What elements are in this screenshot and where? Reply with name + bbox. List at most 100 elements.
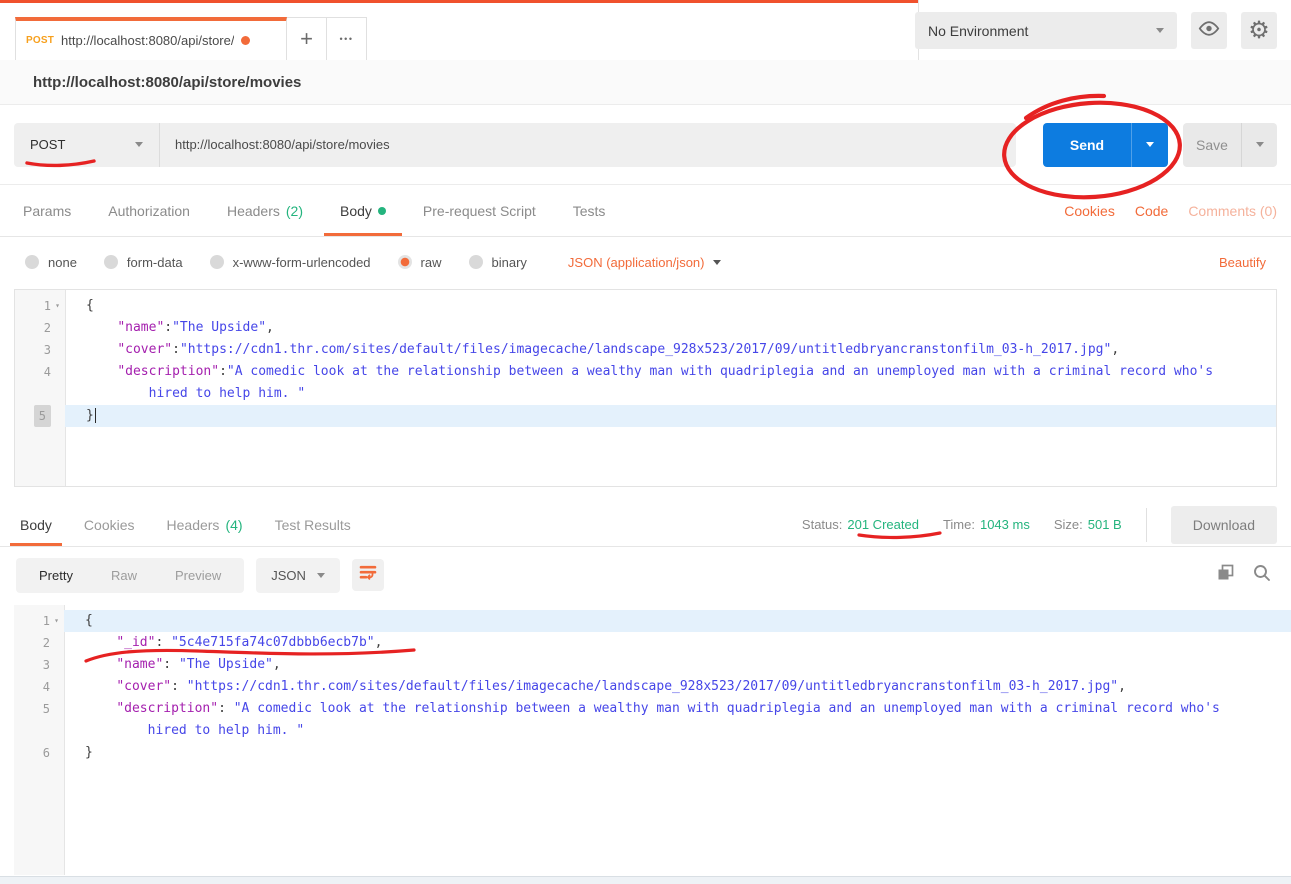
- beautify-link[interactable]: Beautify: [1219, 255, 1266, 270]
- editor-line[interactable]: 5 "description": "A comedic look at the …: [14, 698, 1291, 720]
- body-type-none[interactable]: none: [25, 255, 77, 270]
- body-type-row: none form-data x-www-form-urlencoded raw…: [0, 237, 1291, 287]
- response-time: Time: 1043 ms: [943, 517, 1030, 532]
- editor-line[interactable]: 6}: [14, 742, 1291, 764]
- response-toolbar: Pretty Raw Preview JSON: [0, 547, 1291, 603]
- environment-selector[interactable]: No Environment: [915, 12, 1177, 49]
- response-status: Status: 201 Created: [802, 517, 919, 532]
- body-type-form-data[interactable]: form-data: [104, 255, 183, 270]
- editor-line[interactable]: 3 "cover":"https://cdn1.thr.com/sites/de…: [15, 339, 1276, 361]
- line-number-gutter: [15, 383, 65, 405]
- body-type-binary[interactable]: binary: [469, 255, 527, 270]
- line-number-gutter: 2: [15, 317, 65, 339]
- body-type-x-www-form-urlencoded[interactable]: x-www-form-urlencoded: [210, 255, 371, 270]
- radio-icon[interactable]: [210, 255, 224, 269]
- editor-line[interactable]: 2 "_id": "5c4e715fa74c07dbbb6ecb7b",: [14, 632, 1291, 654]
- text-cursor: [95, 408, 96, 423]
- send-options-button[interactable]: [1131, 123, 1168, 167]
- save-button[interactable]: Save: [1183, 123, 1241, 167]
- new-tab-button[interactable]: +: [287, 17, 327, 60]
- response-headers-count-badge: (4): [225, 517, 242, 533]
- editor-line[interactable]: 4 "cover": "https://cdn1.thr.com/sites/d…: [14, 676, 1291, 698]
- view-mode-preview[interactable]: Preview: [156, 568, 240, 583]
- tab-tests[interactable]: Tests: [573, 185, 606, 236]
- download-button[interactable]: Download: [1171, 506, 1277, 544]
- editor-line[interactable]: hired to help him. ": [14, 720, 1291, 742]
- environment-selected-label: No Environment: [928, 23, 1028, 39]
- environment-quick-look-button[interactable]: [1191, 12, 1227, 49]
- tab-params[interactable]: Params: [23, 185, 71, 236]
- line-number-gutter: 5: [14, 698, 64, 720]
- tab-method-badge: POST: [26, 35, 54, 46]
- url-builder-row: POST Send Save: [0, 105, 1291, 185]
- response-tab-body[interactable]: Body: [20, 503, 52, 546]
- editor-line[interactable]: 2 "name":"The Upside",: [15, 317, 1276, 339]
- response-body-viewer[interactable]: 1▾{2 "_id": "5c4e715fa74c07dbbb6ecb7b",3…: [14, 605, 1291, 875]
- radio-icon[interactable]: [25, 255, 39, 269]
- send-button[interactable]: Send: [1043, 123, 1131, 167]
- editor-line[interactable]: 3 "name": "The Upside",: [14, 654, 1291, 676]
- line-number-gutter: 3: [15, 339, 65, 361]
- comments-link[interactable]: Comments (0): [1188, 203, 1277, 219]
- line-number-gutter: 4: [15, 361, 65, 383]
- line-number-gutter: 5: [15, 405, 65, 427]
- editor-line[interactable]: 5}: [15, 405, 1276, 427]
- unsaved-changes-dot: [241, 36, 250, 45]
- chevron-down-icon: [1156, 28, 1164, 33]
- cookies-link[interactable]: Cookies: [1064, 203, 1115, 219]
- view-mode-raw[interactable]: Raw: [92, 568, 156, 583]
- status-value: 201 Created: [847, 517, 919, 532]
- editor-line[interactable]: 1▾{: [14, 610, 1291, 632]
- settings-button[interactable]: ⚙: [1241, 12, 1277, 49]
- request-tab-strip: POST http://localhost:8080/api/store/ + …: [15, 17, 367, 60]
- tab-body[interactable]: Body: [340, 185, 386, 236]
- time-value: 1043 ms: [980, 517, 1030, 532]
- editor-line[interactable]: 1▾{: [15, 295, 1276, 317]
- request-tab[interactable]: POST http://localhost:8080/api/store/: [15, 17, 287, 60]
- save-options-button[interactable]: [1241, 123, 1277, 167]
- chevron-down-icon: [135, 142, 143, 147]
- app-top-bar: POST http://localhost:8080/api/store/ + …: [0, 0, 1291, 60]
- wrap-lines-button[interactable]: [352, 559, 384, 591]
- response-view-mode-group: Pretty Raw Preview: [16, 558, 244, 593]
- chevron-down-icon: [713, 260, 721, 265]
- radio-selected-icon[interactable]: [398, 255, 412, 269]
- line-number-gutter: 2: [14, 632, 64, 654]
- response-size: Size: 501 B: [1054, 517, 1122, 532]
- line-number-gutter: 4: [14, 676, 64, 698]
- tab-headers[interactable]: Headers (2): [227, 185, 303, 236]
- line-number-gutter: 3: [14, 654, 64, 676]
- search-icon: [1253, 569, 1271, 586]
- bottom-scrollbar-track[interactable]: [0, 876, 1291, 884]
- response-tab-cookies[interactable]: Cookies: [84, 503, 135, 546]
- tab-pre-request-script[interactable]: Pre-request Script: [423, 185, 536, 236]
- more-tabs-button[interactable]: •••: [327, 17, 367, 60]
- copy-icon: [1217, 568, 1234, 585]
- view-mode-pretty[interactable]: Pretty: [20, 568, 92, 583]
- http-method-label: POST: [30, 137, 65, 152]
- line-number-gutter: 1▾: [15, 295, 65, 317]
- response-tab-test-results[interactable]: Test Results: [275, 503, 351, 546]
- gear-icon: ⚙: [1248, 19, 1270, 43]
- content-type-selector[interactable]: JSON (application/json): [568, 255, 722, 270]
- radio-icon[interactable]: [469, 255, 483, 269]
- tab-authorization[interactable]: Authorization: [108, 185, 190, 236]
- editor-line[interactable]: hired to help him. ": [15, 383, 1276, 405]
- fold-toggle-icon[interactable]: ▾: [52, 610, 61, 632]
- request-url-input[interactable]: [160, 123, 1016, 167]
- copy-response-button[interactable]: [1217, 564, 1234, 586]
- code-link[interactable]: Code: [1135, 203, 1168, 219]
- body-filled-dot: [378, 207, 386, 215]
- editor-line[interactable]: 4 "description":"A comedic look at the r…: [15, 361, 1276, 383]
- response-tab-headers[interactable]: Headers (4): [167, 503, 243, 546]
- request-body-editor[interactable]: 1▾{2 "name":"The Upside",3 "cover":"http…: [14, 289, 1277, 487]
- fold-toggle-icon[interactable]: ▾: [53, 295, 62, 317]
- radio-icon[interactable]: [104, 255, 118, 269]
- response-format-selector[interactable]: JSON: [256, 558, 340, 593]
- wrap-lines-icon: [359, 564, 377, 586]
- request-title-row: http://localhost:8080/api/store/movies: [0, 60, 1291, 105]
- page-title: http://localhost:8080/api/store/movies: [33, 74, 301, 91]
- http-method-selector[interactable]: POST: [14, 123, 160, 167]
- body-type-raw[interactable]: raw: [398, 255, 442, 270]
- search-response-button[interactable]: [1253, 564, 1271, 587]
